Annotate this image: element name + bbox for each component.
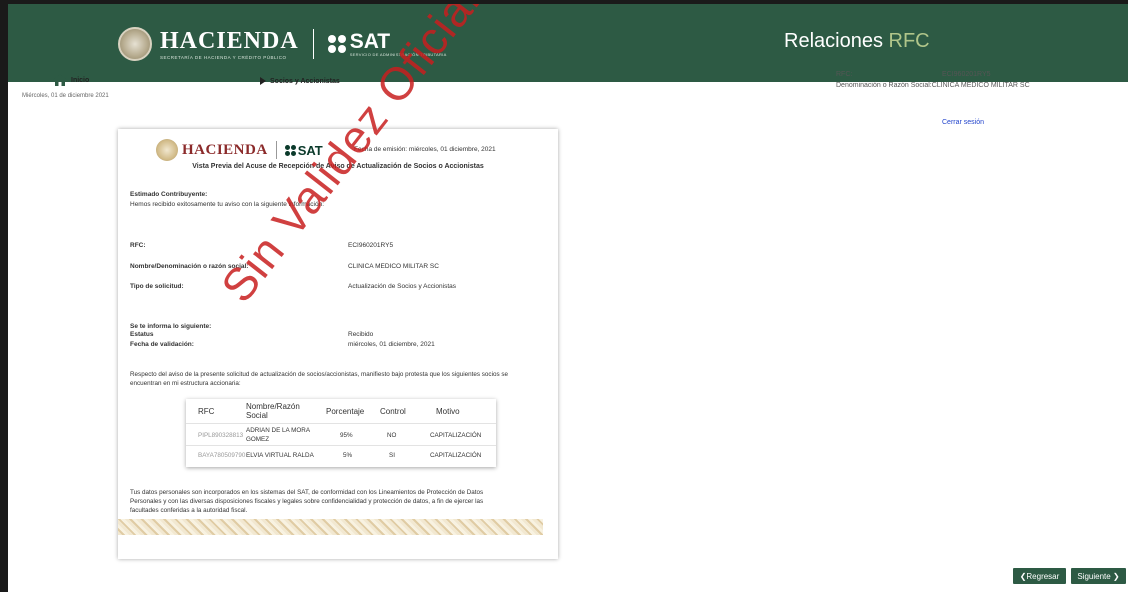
field-rfc-label: RFC: bbox=[130, 242, 146, 249]
row-divider bbox=[186, 423, 496, 424]
table-row-2-percentage: 5% bbox=[343, 452, 353, 459]
table-row-2-rfc: BAYA780509790 bbox=[198, 452, 246, 459]
receipt-logos: HACIENDA SAT bbox=[156, 139, 323, 161]
receipt-preview: HACIENDA SAT Fecha de emisión: miércoles… bbox=[118, 4, 558, 559]
business-name-value: CLINICA MEDICO MILITAR SC bbox=[931, 82, 1030, 89]
privacy-line-3: facultades conferidas a la autoridad fis… bbox=[130, 507, 248, 514]
logo-divider bbox=[312, 29, 314, 59]
protest-statement: Respecto del aviso de la presente solici… bbox=[130, 370, 508, 388]
col-header-control: Control bbox=[380, 407, 406, 416]
logout-link[interactable]: Cerrar sesión bbox=[942, 119, 984, 126]
table-row-2-control: SI bbox=[389, 452, 395, 459]
row-divider bbox=[186, 445, 496, 446]
receipt-hacienda-logo: HACIENDA bbox=[182, 141, 268, 158]
app-window: HACIENDA SECRETARÍA DE HACIENDA Y CRÉDIT… bbox=[8, 4, 1128, 592]
col-header-rfc: RFC bbox=[198, 407, 215, 416]
validation-date-label: Fecha de validación: bbox=[130, 341, 194, 348]
page-title-main: Relaciones bbox=[784, 30, 883, 52]
receipt-seal-icon bbox=[156, 139, 178, 161]
hacienda-logo-text: HACIENDA bbox=[160, 27, 299, 54]
chevron-right-icon: ❯ bbox=[1110, 571, 1120, 581]
hacienda-logo-subtitle: SECRETARÍA DE HACIENDA Y CRÉDITO PÚBLICO bbox=[160, 54, 287, 60]
taxpayer-info: RFC: ECI960201RY5 Denominación o Razón S… bbox=[836, 69, 1030, 91]
next-button-label: Siguiente bbox=[1077, 571, 1111, 581]
protest-line-2: encuentran en mi estructura accionaria: bbox=[130, 380, 241, 387]
home-icon bbox=[53, 74, 67, 86]
protest-line-1: Respecto del aviso de la presente solici… bbox=[130, 371, 509, 378]
back-button-label: Regresar bbox=[1026, 571, 1060, 581]
table-row-1-rfc: PIPL890328813 bbox=[198, 432, 244, 439]
field-name-value: CLINICA MEDICO MILITAR SC bbox=[348, 263, 439, 270]
status-label: Estatus bbox=[130, 331, 154, 338]
shareholders-table: RFC Nombre/Razón Social Porcentaje Contr… bbox=[186, 399, 496, 467]
business-name-label: Denominación o Razón Social: bbox=[836, 82, 932, 89]
col-header-reason: Motivo bbox=[436, 407, 460, 416]
table-row-1-name: ADRIAN DE LA MORA GOMEZ bbox=[246, 427, 310, 443]
table-row-1-control: NO bbox=[387, 432, 397, 439]
validation-date-value: miércoles, 01 diciembre, 2021 bbox=[348, 341, 435, 348]
col-header-name: Nombre/Razón Social bbox=[246, 402, 300, 420]
field-rfc-value: ECI960201RY5 bbox=[348, 242, 394, 249]
inform-heading: Se te informa lo siguiente: bbox=[130, 323, 212, 330]
receipt-logo-divider bbox=[275, 141, 277, 159]
table-row-1-reason: CAPITALIZACIÓN bbox=[430, 432, 482, 439]
chevron-left-icon: ❮ bbox=[1019, 571, 1027, 581]
next-button[interactable]: Siguiente ❯ bbox=[1071, 568, 1126, 584]
back-button[interactable]: ❮ Regresar bbox=[1013, 568, 1066, 584]
privacy-line-2: Personales y con las diversas disposicio… bbox=[130, 498, 484, 505]
security-pattern-band bbox=[118, 519, 543, 535]
col-header-percentage: Porcentaje bbox=[326, 407, 365, 416]
current-date: Miércoles, 01 de diciembre 2021 bbox=[22, 93, 109, 99]
table-row-2-name: ELVIA VIRTUAL RALDA bbox=[246, 452, 314, 459]
page-title-accent: RFC bbox=[888, 30, 930, 52]
page-title: Relaciones RFC bbox=[784, 30, 930, 53]
rfc-value: ECI960201RY5 bbox=[942, 71, 991, 78]
home-label: Inicio bbox=[71, 76, 90, 84]
field-type-value: Actualización de Socios y Accionistas bbox=[348, 283, 457, 290]
status-value: Recibido bbox=[348, 331, 374, 338]
greeting: Estimado Contribuyente: bbox=[130, 191, 208, 198]
hacienda-logo: HACIENDA SECRETARÍA DE HACIENDA Y CRÉDIT… bbox=[160, 29, 299, 60]
home-link[interactable]: Inicio bbox=[52, 73, 89, 87]
breadcrumb-label: Socios y Accionistas bbox=[270, 77, 340, 85]
privacy-line-1: Tus datos personales son incorporados en… bbox=[130, 489, 484, 496]
receipt-sat-dots-icon bbox=[284, 144, 296, 156]
privacy-notice: Tus datos personales son incorporados en… bbox=[130, 488, 483, 515]
breadcrumb[interactable]: Socios y Accionistas bbox=[260, 77, 340, 85]
sat-dots-icon bbox=[327, 35, 346, 53]
mexico-seal-icon bbox=[118, 27, 152, 61]
table-row-2-reason: CAPITALIZACIÓN bbox=[430, 452, 482, 459]
rfc-label: RFC: bbox=[836, 71, 853, 78]
play-arrow-icon bbox=[260, 77, 266, 85]
table-row-1-percentage: 95% bbox=[340, 432, 353, 439]
field-type-label: Tipo de solicitud: bbox=[130, 283, 184, 290]
